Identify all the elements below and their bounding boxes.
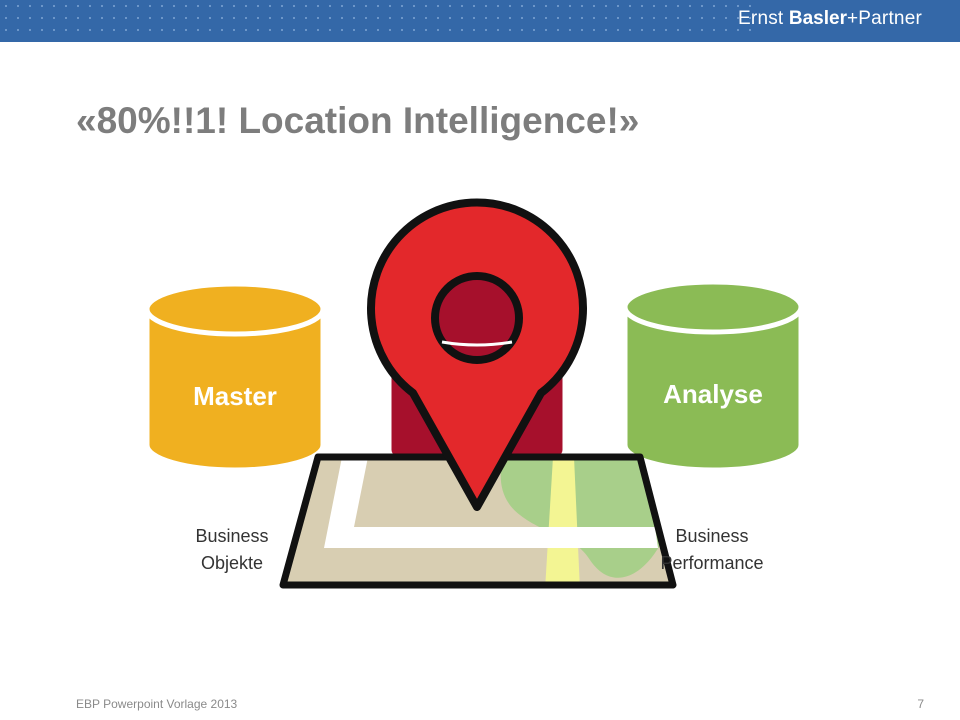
caption-business-objekte: Business Objekte xyxy=(195,526,269,573)
page-number: 7 xyxy=(917,697,924,711)
master-database-icon xyxy=(144,281,326,473)
analyse-database-icon xyxy=(622,279,804,473)
master-label: Master xyxy=(193,381,277,411)
caption-business-performance: Business Performance xyxy=(660,526,764,573)
footer-text: EBP Powerpoint Vorlage 2013 xyxy=(76,697,238,711)
analyse-label: Analyse xyxy=(663,379,763,409)
illustration xyxy=(144,198,804,589)
